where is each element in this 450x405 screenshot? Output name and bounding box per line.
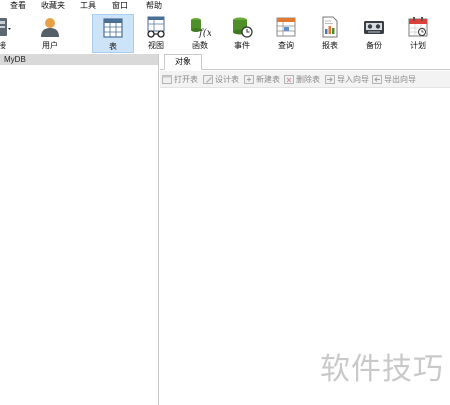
tool-table[interactable]: 表 bbox=[92, 14, 134, 53]
event-icon bbox=[233, 17, 253, 38]
report-icon bbox=[322, 16, 338, 38]
import-wizard-button[interactable]: 导入向导 bbox=[325, 74, 369, 85]
tool-report-label: 报表 bbox=[322, 41, 338, 50]
tool-event-label: 事件 bbox=[234, 41, 250, 50]
open-table-button[interactable]: 打开表 bbox=[162, 74, 200, 85]
object-toolbar: 打开表 设计表 新建表 删除表 导入向导 导出向导 bbox=[160, 71, 450, 88]
user-icon bbox=[41, 18, 59, 37]
new-table-icon bbox=[244, 75, 254, 84]
open-table-label: 打开表 bbox=[174, 75, 198, 84]
backup-icon bbox=[364, 21, 384, 34]
export-wizard-button[interactable]: 导出向导 bbox=[372, 74, 418, 85]
tab-strip: 对象 bbox=[160, 54, 450, 70]
delete-table-button[interactable]: 删除表 bbox=[284, 74, 322, 85]
tool-function-label: 函数 bbox=[192, 41, 208, 50]
tool-backup[interactable]: 备份 bbox=[354, 14, 394, 53]
tab-objects-label: 对象 bbox=[175, 57, 191, 66]
table-icon bbox=[103, 18, 123, 38]
tool-schedule[interactable]: 计划 bbox=[398, 14, 438, 53]
new-table-button[interactable]: 新建表 bbox=[244, 74, 282, 85]
connection-tree-item[interactable]: MyDB bbox=[0, 54, 158, 65]
open-table-icon bbox=[162, 75, 172, 84]
tool-function[interactable]: f(x) 函数 bbox=[180, 14, 220, 53]
connection-name: MyDB bbox=[4, 55, 26, 64]
design-table-button[interactable]: 设计表 bbox=[203, 74, 241, 85]
user-button[interactable]: 用户 bbox=[30, 14, 70, 53]
tool-event[interactable]: 事件 bbox=[222, 14, 262, 53]
tool-query-label: 查询 bbox=[278, 41, 294, 50]
menu-window[interactable]: 窗口 bbox=[112, 1, 128, 11]
import-wizard-icon bbox=[325, 75, 335, 84]
schedule-icon bbox=[408, 17, 428, 37]
menu-bar: 查看 收藏夹 工具 窗口 帮助 bbox=[0, 0, 450, 12]
menu-view[interactable]: 查看 bbox=[10, 1, 26, 11]
menu-tools[interactable]: 工具 bbox=[80, 1, 96, 11]
tool-schedule-label: 计划 bbox=[410, 41, 426, 50]
new-table-label: 新建表 bbox=[256, 75, 280, 84]
export-wizard-label: 导出向导 bbox=[384, 75, 416, 84]
main-toolbar: 接 用户 表 视图 f(函数 事件 查询 报表 备份 计划 bbox=[0, 12, 450, 54]
menu-help[interactable]: 帮助 bbox=[146, 1, 162, 11]
view-icon bbox=[147, 16, 165, 38]
delete-table-icon bbox=[284, 75, 294, 84]
connection-tree-panel: MyDB bbox=[0, 54, 159, 405]
menu-favorites[interactable]: 收藏夹 bbox=[41, 1, 65, 11]
design-table-label: 设计表 bbox=[215, 75, 239, 84]
user-label: 用户 bbox=[42, 41, 58, 50]
connection-label: 接 bbox=[0, 41, 6, 50]
tool-view-label: 视图 bbox=[148, 41, 164, 50]
function-icon: f(x) bbox=[191, 18, 211, 38]
import-wizard-label: 导入向导 bbox=[337, 75, 369, 84]
tool-table-label: 表 bbox=[109, 42, 117, 51]
tab-objects[interactable]: 对象 bbox=[164, 54, 202, 70]
connection-button[interactable]: 接 bbox=[0, 14, 26, 53]
connection-icon bbox=[0, 18, 11, 36]
delete-table-label: 删除表 bbox=[296, 75, 320, 84]
tool-view[interactable]: 视图 bbox=[136, 14, 176, 53]
watermark-text: 软件技巧 bbox=[320, 352, 444, 387]
export-wizard-icon bbox=[372, 75, 382, 84]
design-table-icon bbox=[203, 75, 213, 84]
tool-backup-label: 备份 bbox=[366, 41, 382, 50]
tool-query[interactable]: 查询 bbox=[266, 14, 306, 53]
svg-text:f(x): f(x) bbox=[198, 28, 211, 38]
navicat-window: 查看 收藏夹 工具 窗口 帮助 接 用户 表 视图 f(函数 事件 查询 报表… bbox=[0, 0, 450, 405]
query-icon bbox=[276, 17, 296, 37]
tool-report[interactable]: 报表 bbox=[310, 14, 350, 53]
